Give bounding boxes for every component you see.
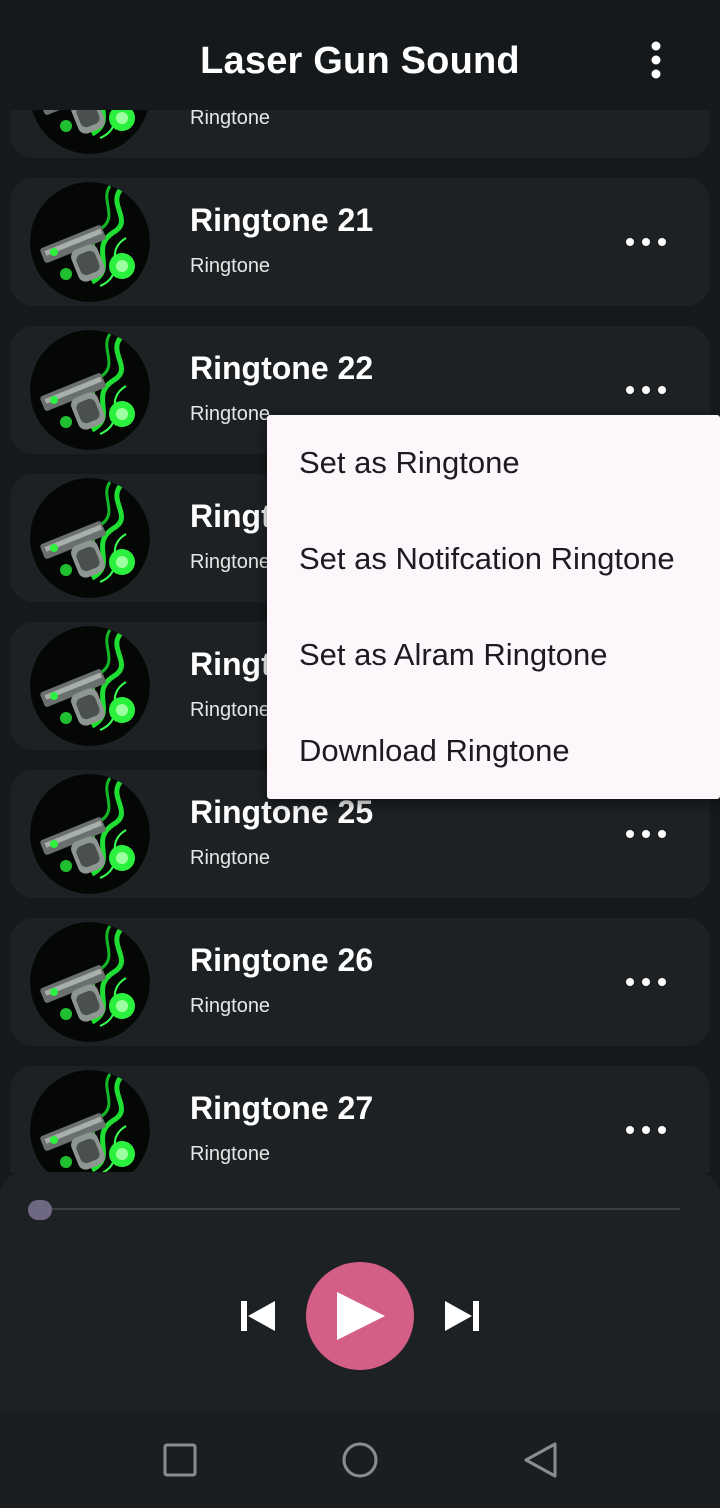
page-title: Laser Gun Sound	[200, 40, 520, 82]
laser-gun-thumbnail	[30, 330, 150, 450]
more-horiz-icon[interactable]	[622, 1114, 670, 1146]
system-nav-bar	[0, 1412, 720, 1508]
circle-icon[interactable]	[340, 1440, 380, 1480]
ringtone-name: Ringtone 25	[190, 794, 374, 830]
ringtone-subtitle: Ringtone	[190, 551, 271, 573]
progress-thumb[interactable]	[28, 1200, 52, 1220]
more-vert-icon[interactable]	[636, 40, 676, 80]
play-icon	[337, 1292, 385, 1340]
more-horiz-icon[interactable]	[622, 818, 670, 850]
laser-gun-thumbnail	[30, 478, 150, 598]
ringtone-name: Ringtone 22	[190, 350, 374, 386]
laser-gun-thumbnail	[30, 922, 150, 1042]
skip-next-icon[interactable]	[442, 1296, 482, 1336]
laser-gun-thumbnail	[30, 182, 150, 302]
context-menu: Set as Ringtone Set as Notifcation Ringt…	[267, 415, 720, 799]
laser-gun-thumbnail	[30, 1070, 150, 1172]
progress-track[interactable]	[30, 1208, 680, 1210]
ringtone-subtitle: Ringtone	[190, 995, 271, 1017]
menu-item-download[interactable]: Download Ringtone	[267, 703, 720, 799]
more-horiz-icon[interactable]	[622, 374, 670, 406]
list-item[interactable]: Ringtone 27 Ringtone	[10, 1066, 710, 1172]
skip-previous-icon[interactable]	[238, 1296, 278, 1336]
ringtone-subtitle: Ringtone	[190, 255, 271, 277]
menu-item-set-alarm[interactable]: Set as Alram Ringtone	[267, 607, 720, 703]
play-button[interactable]	[306, 1262, 414, 1370]
square-icon[interactable]	[160, 1440, 200, 1480]
ringtone-name: Ringtone 27	[190, 1090, 374, 1126]
player-panel	[0, 1172, 720, 1412]
ringtone-subtitle: Ringtone	[190, 107, 271, 129]
laser-gun-thumbnail	[30, 774, 150, 894]
more-horiz-icon[interactable]	[622, 966, 670, 998]
triangle-back-icon[interactable]	[520, 1440, 560, 1480]
laser-gun-thumbnail	[30, 626, 150, 746]
ringtone-subtitle: Ringtone	[190, 403, 271, 425]
ringtone-name: Ringtone 21	[190, 202, 374, 238]
menu-item-set-ringtone[interactable]: Set as Ringtone	[267, 415, 720, 511]
app-bar: Laser Gun Sound	[0, 0, 720, 110]
ringtone-name: Ringtone 26	[190, 942, 374, 978]
more-horiz-icon[interactable]	[622, 226, 670, 258]
ringtone-subtitle: Ringtone	[190, 1143, 271, 1165]
list-item[interactable]: Ringtone 26 Ringtone	[10, 918, 710, 1046]
ringtone-subtitle: Ringtone	[190, 847, 271, 869]
menu-item-set-notification[interactable]: Set as Notifcation Ringtone	[267, 511, 720, 607]
ringtone-subtitle: Ringtone	[190, 699, 271, 721]
list-item[interactable]: Ringtone 21 Ringtone	[10, 178, 710, 306]
